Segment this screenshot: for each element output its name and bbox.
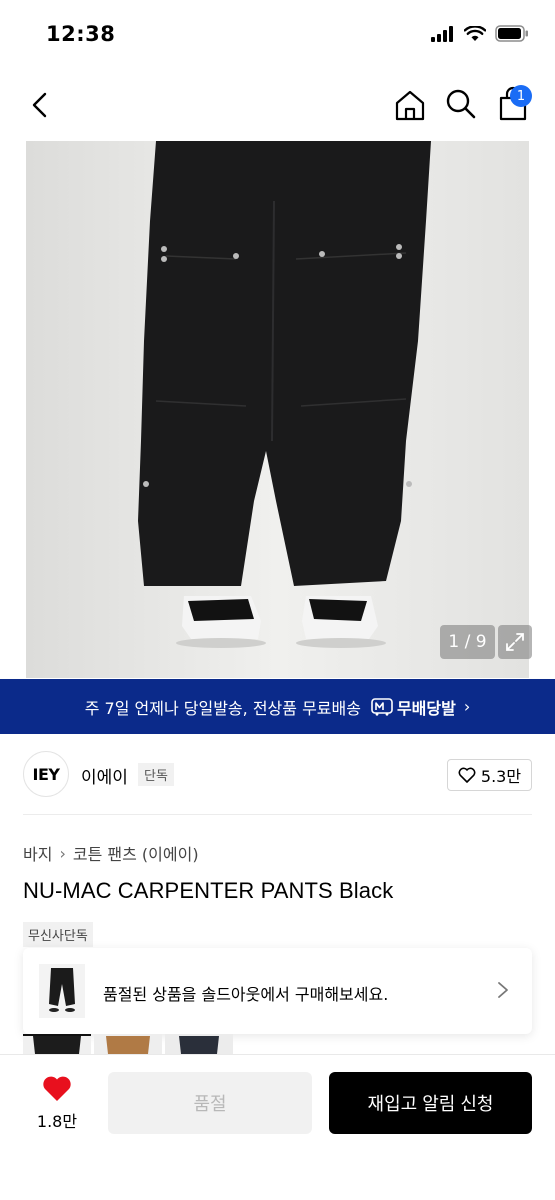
chevron-right-icon: › — [59, 843, 66, 863]
product-photo — [26, 141, 529, 678]
free-shipping-label: 무배당발 — [396, 698, 456, 718]
chevron-right-icon: › — [463, 697, 471, 716]
exclusive-badge: 단독 — [138, 763, 174, 786]
bottom-action-bar: 1.8만 품절 재입고 알림 신청 — [0, 1055, 555, 1200]
brand-like-count: 5.3만 — [480, 767, 522, 786]
signal-icon — [431, 25, 453, 42]
color-option-black[interactable] — [23, 1034, 91, 1054]
image-counter: 1 / 9 — [440, 625, 495, 659]
breadcrumb-item-cotton-pants[interactable]: 코튼 팬츠 (이에이) — [73, 841, 199, 865]
color-options — [23, 1034, 233, 1054]
back-arrow-icon[interactable] — [26, 90, 56, 120]
divider — [23, 814, 532, 815]
brand-row[interactable]: IEY 이에이 단독 5.3만 — [0, 745, 555, 805]
product-image[interactable] — [26, 141, 529, 678]
shipping-banner-text: 주 7일 언제나 당일발송, 전상품 무료배송 — [84, 698, 361, 718]
status-time: 12:38 — [46, 22, 116, 46]
home-icon[interactable] — [393, 88, 427, 122]
cart-count-badge: 1 — [510, 85, 532, 107]
soldout-promo-text: 품절된 상품을 솔드아웃에서 구매해보세요. — [103, 985, 389, 1004]
battery-icon — [495, 25, 528, 42]
breadcrumb-item-pants[interactable]: 바지 — [23, 841, 52, 865]
heart-outline-icon — [458, 767, 476, 783]
soldout-button[interactable]: 품절 — [108, 1072, 312, 1134]
brand-logo[interactable]: IEY — [23, 751, 69, 797]
status-bar: 12:38 — [0, 0, 555, 70]
search-icon[interactable] — [445, 88, 477, 120]
chevron-right-icon — [498, 982, 508, 998]
brand-name[interactable]: 이에이 — [81, 763, 128, 788]
color-option-brown[interactable] — [94, 1034, 162, 1054]
restock-alert-button[interactable]: 재입고 알림 신청 — [329, 1072, 532, 1134]
product-title: NU-MAC CARPENTER PANTS Black — [23, 878, 394, 903]
heart-filled-icon — [43, 1076, 71, 1101]
wifi-icon — [464, 25, 486, 41]
product-like-count: 1.8만 — [36, 1112, 78, 1131]
brand-like-button[interactable]: 5.3만 — [447, 759, 532, 791]
soldout-promo-card[interactable]: 품절된 상품을 솔드아웃에서 구매해보세요. — [23, 948, 532, 1034]
color-option-navy[interactable] — [165, 1034, 233, 1054]
status-icons — [431, 25, 529, 42]
free-shipping-badge: 무배당발 — [371, 695, 456, 719]
expand-icon[interactable] — [498, 625, 532, 659]
m-logo-icon — [371, 697, 393, 716]
soldout-product-thumbnail — [39, 964, 85, 1018]
musinsa-exclusive-tag: 무신사단독 — [23, 922, 93, 947]
shipping-banner[interactable]: 주 7일 언제나 당일발송, 전상품 무료배송 무배당발 › — [0, 679, 555, 734]
breadcrumb: 바지 › 코튼 팬츠 (이에이) — [23, 841, 199, 865]
nav-bar: 1 — [0, 70, 555, 140]
